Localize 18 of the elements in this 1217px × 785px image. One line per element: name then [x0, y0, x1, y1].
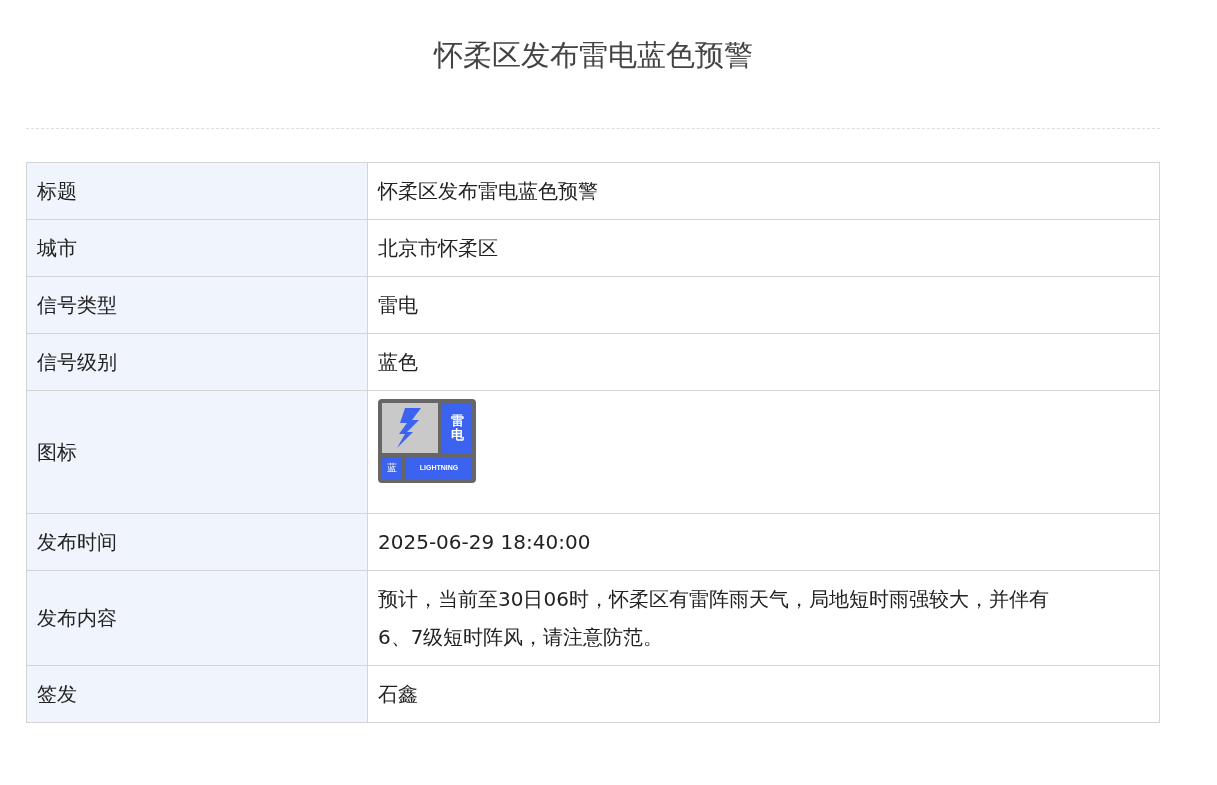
- value-cell: 蓝色: [367, 333, 1160, 391]
- value-cell: 雷电: [367, 276, 1160, 334]
- value-cell: 怀柔区发布雷电蓝色预警: [367, 162, 1160, 220]
- value-cell: 石鑫: [367, 665, 1160, 723]
- value-cell: 预计，当前至30日06时，怀柔区有雷阵雨天气，局地短时雨强较大，并伴有6、7级短时阵风，请注意防范。: [367, 570, 1160, 666]
- label-cell: 标题: [26, 162, 368, 220]
- label-cell: 信号级别: [26, 333, 368, 391]
- label-cell: 图标: [26, 390, 368, 514]
- signal-level-text: 蓝: [387, 461, 397, 475]
- label-cell: 城市: [26, 219, 368, 277]
- page-title: 怀柔区发布雷电蓝色预警: [432, 37, 754, 74]
- label-cell: 发布内容: [26, 570, 368, 666]
- label-cell: 信号类型: [26, 276, 368, 334]
- label-cell: 发布时间: [26, 513, 368, 571]
- label-cell: 签发: [26, 665, 368, 723]
- value-cell: 北京市怀柔区: [367, 219, 1160, 277]
- signal-type-text: 雷电: [450, 413, 464, 443]
- value-cell: 2025-06-29 18:40:00: [367, 513, 1160, 571]
